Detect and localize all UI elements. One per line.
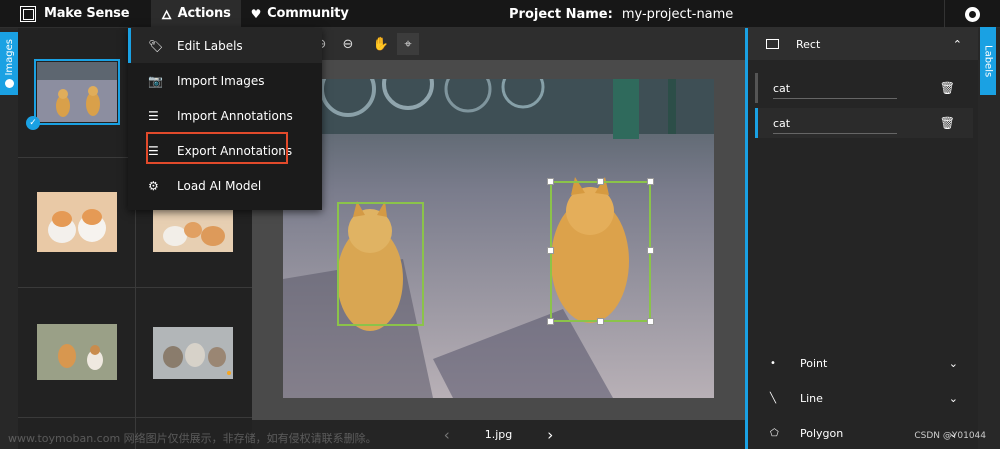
menu-item-edit-labels[interactable]: 🏷 Edit Labels xyxy=(128,28,322,63)
point-icon: • xyxy=(770,357,776,369)
top-menu: 🜂 Actions ♥ Community xyxy=(151,0,358,27)
menu-actions-label: Actions xyxy=(177,6,231,21)
import-list-icon: ☰ xyxy=(148,108,159,123)
menu-item-label: Import Annotations xyxy=(177,108,293,123)
point-tool-label: Point xyxy=(800,356,828,370)
crosshair-icon[interactable]: ⌖ xyxy=(397,33,419,55)
labels-panel: Rect ⌃ cat 🗑 cat 🗑 • Point ⌄ ╲ Line ⌄ ⬠ … xyxy=(745,28,978,449)
project-name-value[interactable]: my-project-name xyxy=(622,7,734,22)
flame-icon: 🜂 xyxy=(161,8,172,22)
images-tab-icon xyxy=(4,79,14,89)
watermark-credit: CSDN @Y01044 xyxy=(914,431,986,441)
thumbnail-image-1[interactable] xyxy=(34,59,120,125)
label-row[interactable]: cat 🗑 xyxy=(755,108,973,138)
ai-model-icon: ⚙ xyxy=(148,178,159,193)
rect-tool-label: Rect xyxy=(796,37,821,51)
resize-handle[interactable] xyxy=(647,178,654,185)
images-tab-label: Images xyxy=(3,38,15,76)
delete-label-icon[interactable]: 🗑 xyxy=(940,81,955,95)
rectangle-icon xyxy=(766,39,779,49)
line-tool-header[interactable]: ╲ Line ⌄ xyxy=(748,383,978,413)
line-tool-label: Line xyxy=(800,391,823,405)
label-icon: 🏷 xyxy=(148,38,164,53)
resize-handle[interactable] xyxy=(597,318,604,325)
app-title: Make Sense xyxy=(44,6,130,21)
chevron-down-icon[interactable]: ⌄ xyxy=(949,392,958,405)
logo-icon xyxy=(20,5,36,22)
divider xyxy=(18,287,252,288)
menu-community-label: Community xyxy=(267,6,349,21)
resize-handle[interactable] xyxy=(647,318,654,325)
point-tool-header[interactable]: • Point ⌄ xyxy=(748,348,978,378)
menu-community[interactable]: ♥ Community xyxy=(241,0,359,27)
divider xyxy=(18,417,252,418)
polygon-tool-label: Polygon xyxy=(800,426,844,440)
polygon-icon: ⬠ xyxy=(770,427,779,439)
menu-item-import-annotations[interactable]: ☰ Import Annotations xyxy=(128,98,322,133)
editor-toolbar: ⊕ ⊖ ✋ ⌖ xyxy=(252,28,745,60)
menu-item-load-ai-model[interactable]: ⚙ Load AI Model xyxy=(128,168,322,203)
selected-check-icon: ✓ xyxy=(26,116,40,130)
line-icon: ╲ xyxy=(770,392,777,404)
camera-icon: 📷 xyxy=(148,73,163,88)
menu-item-label: Import Images xyxy=(177,73,265,88)
menu-item-import-images[interactable]: 📷 Import Images xyxy=(128,63,322,98)
thumbnail-image-4[interactable] xyxy=(37,324,117,380)
images-side-tab[interactable]: Images xyxy=(0,32,18,95)
resize-handle[interactable] xyxy=(547,318,554,325)
current-file-name: 1.jpg xyxy=(484,428,513,441)
labels-tab-label: Labels xyxy=(982,44,994,78)
export-annotations-highlight xyxy=(146,132,288,164)
resize-handle[interactable] xyxy=(597,178,604,185)
annotated-image[interactable] xyxy=(283,79,714,398)
project-name-label: Project Name: xyxy=(509,6,613,22)
delete-label-icon[interactable]: 🗑 xyxy=(940,116,955,130)
chevron-up-icon[interactable]: ⌃ xyxy=(953,38,962,51)
editor-canvas: ⊕ ⊖ ✋ ⌖ xyxy=(252,28,745,420)
top-bar: Make Sense 🜂 Actions ♥ Community Project… xyxy=(0,0,1000,28)
divider xyxy=(773,133,897,134)
label-value[interactable]: cat xyxy=(773,82,790,95)
make-sense-app: Make Sense 🜂 Actions ♥ Community Project… xyxy=(0,0,1000,449)
menu-item-label: Edit Labels xyxy=(177,38,243,53)
menu-actions[interactable]: 🜂 Actions xyxy=(151,0,241,27)
resize-handle[interactable] xyxy=(547,247,554,254)
heart-icon: ♥ xyxy=(250,6,262,21)
bounding-box-cat-2[interactable] xyxy=(550,181,651,322)
rect-tool-header[interactable]: Rect ⌃ xyxy=(748,28,978,60)
thumbnail-image-3[interactable] xyxy=(153,204,233,264)
thumbnail-image-5[interactable] xyxy=(153,327,233,379)
zoom-out-icon[interactable]: ⊖ xyxy=(337,33,359,55)
hand-pan-icon[interactable]: ✋ xyxy=(370,33,392,55)
app-logo[interactable]: Make Sense xyxy=(0,0,130,27)
menu-item-label: Load AI Model xyxy=(177,178,262,193)
next-image-icon[interactable]: › xyxy=(547,426,553,444)
github-button[interactable] xyxy=(944,0,1000,28)
github-icon xyxy=(965,6,980,22)
watermark-text: www.toymoban.com 网络图片仅供展示，非存储，如有侵权请联系删除。 xyxy=(8,432,377,445)
resize-handle[interactable] xyxy=(547,178,554,185)
resize-handle[interactable] xyxy=(647,247,654,254)
actions-dropdown-menu: 🏷 Edit Labels 📷 Import Images ☰ Import A… xyxy=(128,28,322,210)
project-name: Project Name: my-project-name xyxy=(509,0,733,28)
thumbnail-image-2[interactable] xyxy=(37,192,117,252)
label-value[interactable]: cat xyxy=(773,117,790,130)
label-row[interactable]: cat 🗑 xyxy=(755,73,973,103)
chevron-down-icon[interactable]: ⌄ xyxy=(949,357,958,370)
bounding-box-cat-1[interactable] xyxy=(337,202,424,326)
divider xyxy=(773,98,897,99)
previous-image-icon[interactable]: ‹ xyxy=(444,426,450,444)
labels-side-tab[interactable]: Labels xyxy=(980,27,996,95)
